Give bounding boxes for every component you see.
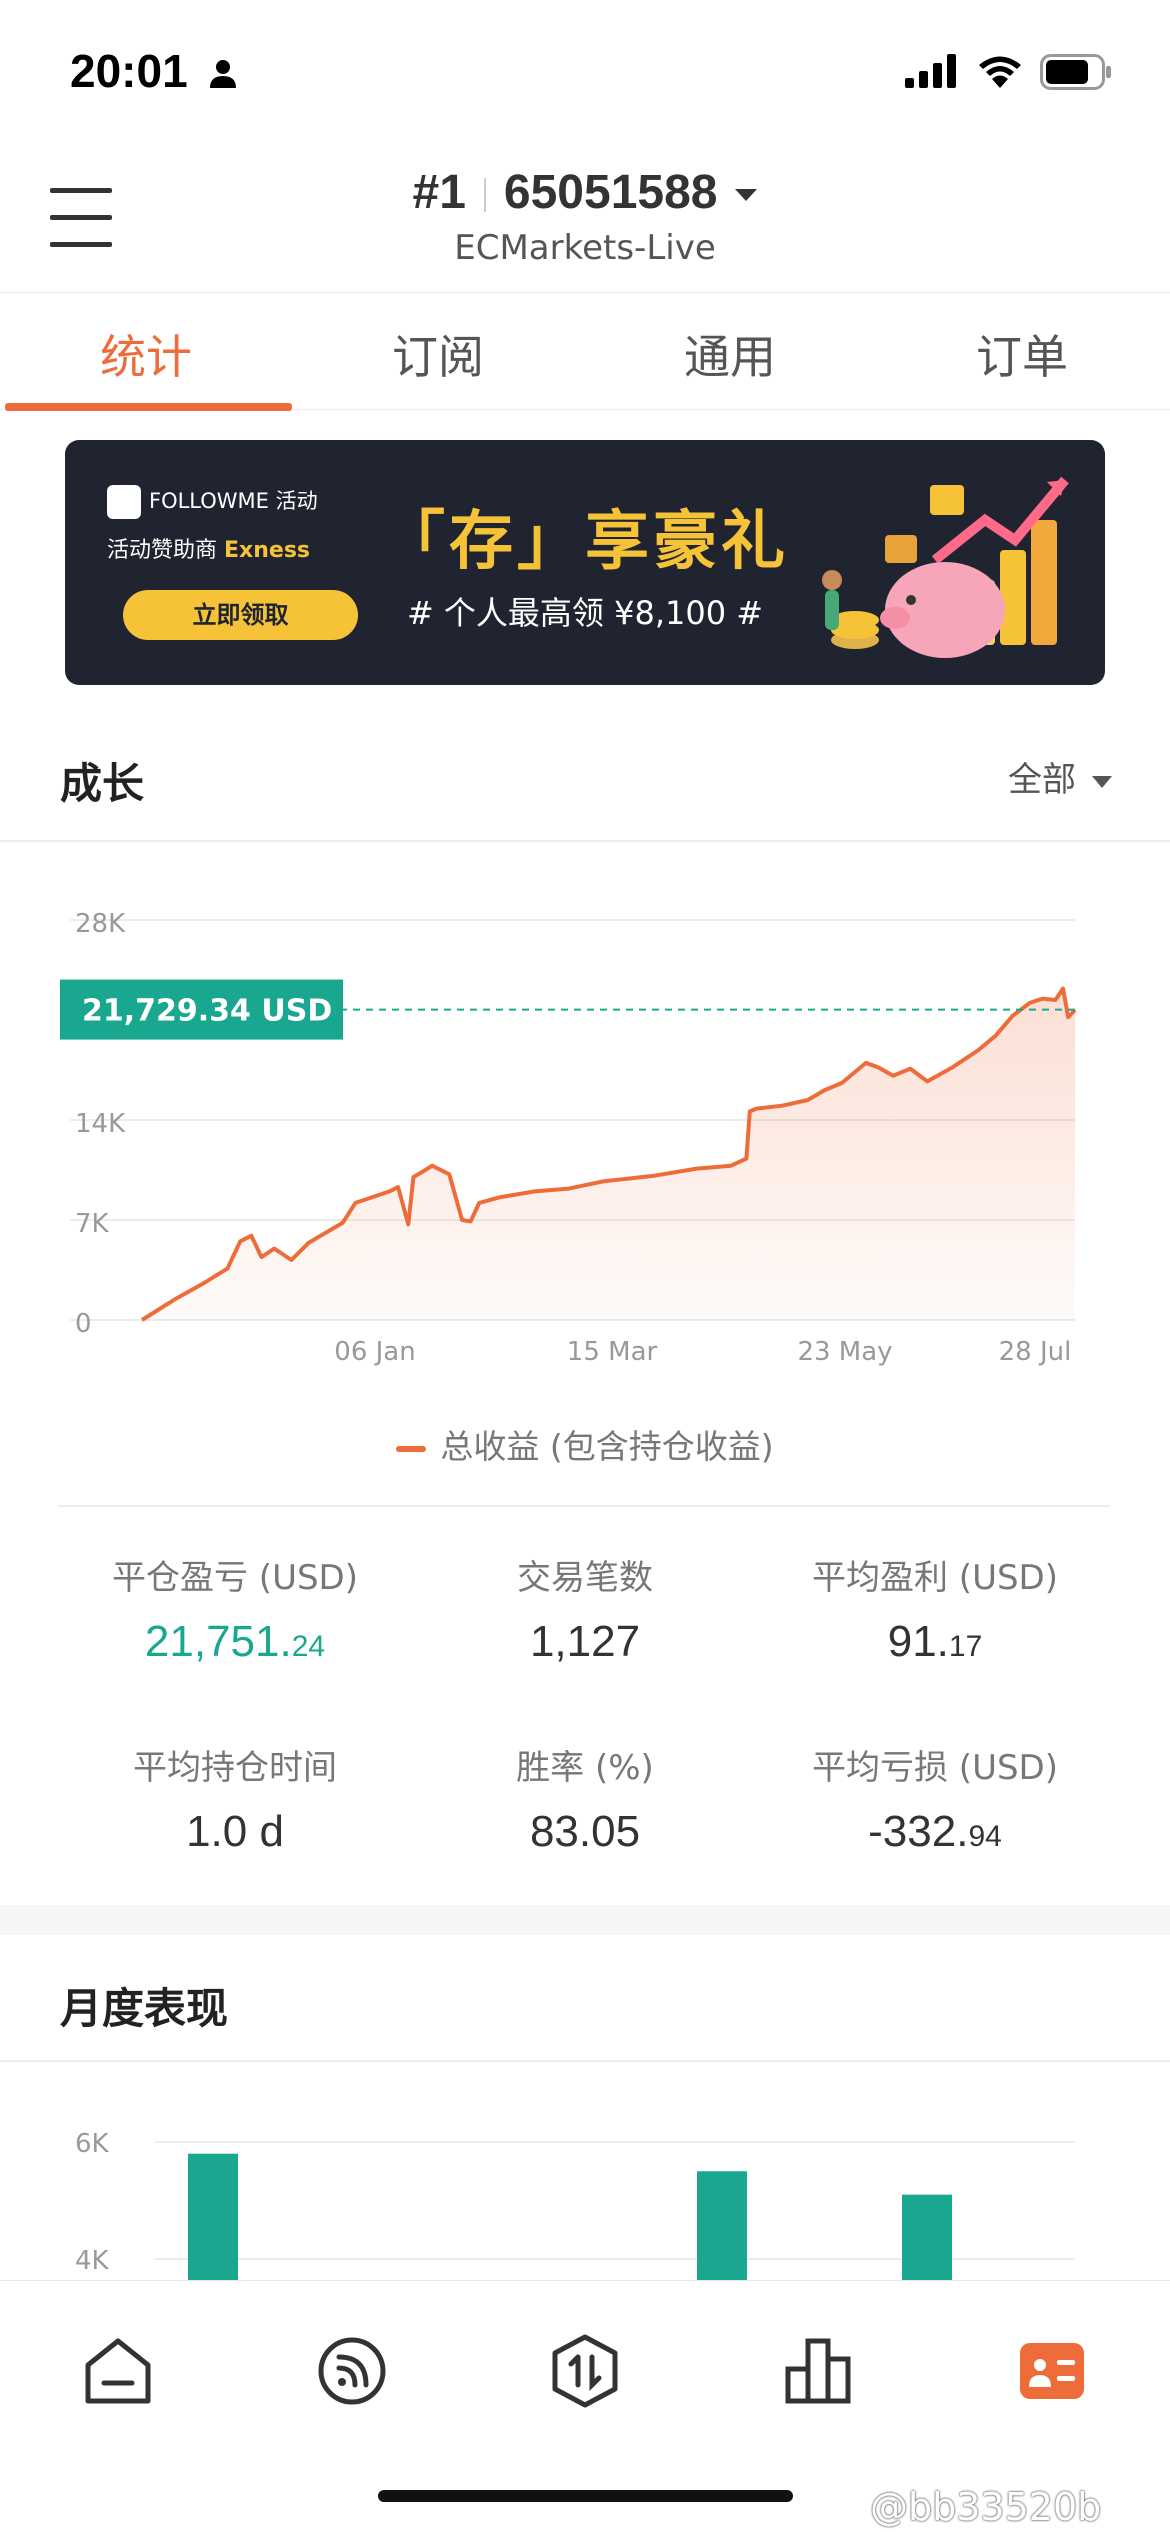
tab-general[interactable]: 通用	[584, 293, 876, 409]
section-divider	[58, 1505, 1110, 1507]
stat-avg-loss: 平均亏损 (USD) -332.94	[740, 1740, 1130, 1857]
banner-title: 「存」享豪礼	[381, 505, 789, 579]
stat-trade-count: 交易笔数 1,127	[390, 1550, 780, 1667]
legend-swatch	[396, 1445, 427, 1452]
piggy-bank-illustration	[822, 476, 1069, 658]
stat-label: 胜率 (%)	[516, 1748, 654, 1788]
stat-avg-profit: 平均盈利 (USD) 91.17	[740, 1550, 1130, 1667]
stat-win-rate: 胜率 (%) 83.05	[390, 1740, 780, 1857]
y-tick-label: 7K	[75, 1209, 110, 1239]
legend-label: 总收益 (包含持仓收益)	[440, 1427, 774, 1466]
broker-name: ECMarkets-Live	[454, 228, 716, 268]
home-indicator	[378, 2490, 793, 2502]
y-tick-label: 28K	[75, 909, 126, 939]
stat-value: -332.94	[868, 1807, 1002, 1856]
claim-button[interactable]: 立即领取	[123, 590, 358, 640]
section-gap	[0, 1905, 1170, 1935]
home-icon[interactable]	[78, 2331, 158, 2411]
current-value-label: 21,729.34 USD	[82, 994, 332, 1029]
status-time: 20:01	[70, 45, 188, 97]
profile-card-icon[interactable]	[1012, 2331, 1092, 2411]
account-rank: #1	[412, 166, 466, 219]
x-tick-label: 06 Jan	[334, 1337, 415, 1367]
stat-value: 1.0 d	[186, 1807, 284, 1856]
stat-label: 交易笔数	[517, 1558, 653, 1598]
promo-banner[interactable]: FOLLOWME 活动 活动赞助商 Exness 立即领取 「存」享豪礼 # 个…	[65, 440, 1105, 685]
x-tick-label: 28 Jul	[999, 1337, 1072, 1367]
battery-icon	[1040, 54, 1111, 90]
stat-value: 91.17	[887, 1617, 983, 1666]
stat-label: 平仓盈亏 (USD)	[112, 1558, 358, 1598]
tab-orders[interactable]: 订单	[876, 293, 1168, 409]
account-id: 65051588	[503, 166, 718, 219]
monthly-chart: 6K 4K	[75, 2129, 1075, 2280]
stat-value: 1,127	[529, 1617, 641, 1666]
y-tick-label: 14K	[75, 1109, 126, 1139]
stat-value: 21,751.24	[144, 1617, 326, 1666]
stat-closed-pnl: 平仓盈亏 (USD) 21,751.24	[40, 1550, 430, 1667]
x-tick-label: 15 Mar	[567, 1337, 658, 1367]
banner-sponsor: 活动赞助商 Exness	[107, 538, 311, 563]
trade-icon[interactable]	[545, 2331, 625, 2411]
cellular-signal-icon	[905, 54, 956, 88]
followme-logo: FOLLOWME 活动	[107, 485, 318, 519]
y-tick-label: 0	[75, 1309, 92, 1339]
monthly-title: 月度表现	[60, 1984, 229, 2033]
wifi-icon	[979, 56, 1021, 88]
account-header: #1 65051588 ECMarkets-Live	[0, 150, 1170, 290]
monthly-bar	[697, 2171, 747, 2280]
stat-value: 83.05	[529, 1807, 641, 1856]
tab-subscribe[interactable]: 订阅	[292, 293, 584, 409]
stat-avg-hold-time: 平均持仓时间 1.0 d	[40, 1740, 430, 1857]
monthly-bar	[902, 2194, 952, 2280]
stat-label: 平均亏损 (USD)	[812, 1748, 1058, 1788]
x-tick-label: 23 May	[797, 1337, 892, 1367]
tab-bar: 统计 订阅 通用 订单	[0, 292, 1170, 411]
y-tick-label: 4K	[75, 2246, 110, 2276]
monthly-bar	[188, 2153, 238, 2280]
section-divider	[0, 840, 1170, 842]
chevron-down-icon	[1092, 775, 1112, 788]
growth-chart: 28K 14K 7K 0 06 Jan 15 Mar 23 May 28 Jul 21,72…	[60, 909, 1077, 1367]
growth-title: 成长	[60, 759, 145, 808]
period-filter[interactable]: 全部	[1008, 752, 1112, 801]
tab-statistics[interactable]: 统计	[0, 293, 292, 411]
stat-label: 平均持仓时间	[133, 1748, 337, 1788]
account-selector[interactable]: #1 65051588 ECMarkets-Live	[0, 165, 1170, 268]
ranking-icon[interactable]	[778, 2331, 858, 2411]
chart-legend: 总收益 (包含持仓收益)	[0, 1420, 1170, 1468]
watermark: @bb33520b	[870, 2485, 1102, 2529]
feed-icon[interactable]	[312, 2331, 392, 2411]
y-tick-label: 6K	[75, 2129, 110, 2159]
person-icon	[210, 60, 236, 88]
stat-label: 平均盈利 (USD)	[812, 1558, 1058, 1598]
section-divider	[0, 2060, 1170, 2062]
banner-subtitle: # 个人最高领 ¥8,100 #	[406, 594, 764, 632]
status-bar: 20:01	[0, 0, 1170, 140]
chevron-down-icon	[735, 189, 758, 202]
